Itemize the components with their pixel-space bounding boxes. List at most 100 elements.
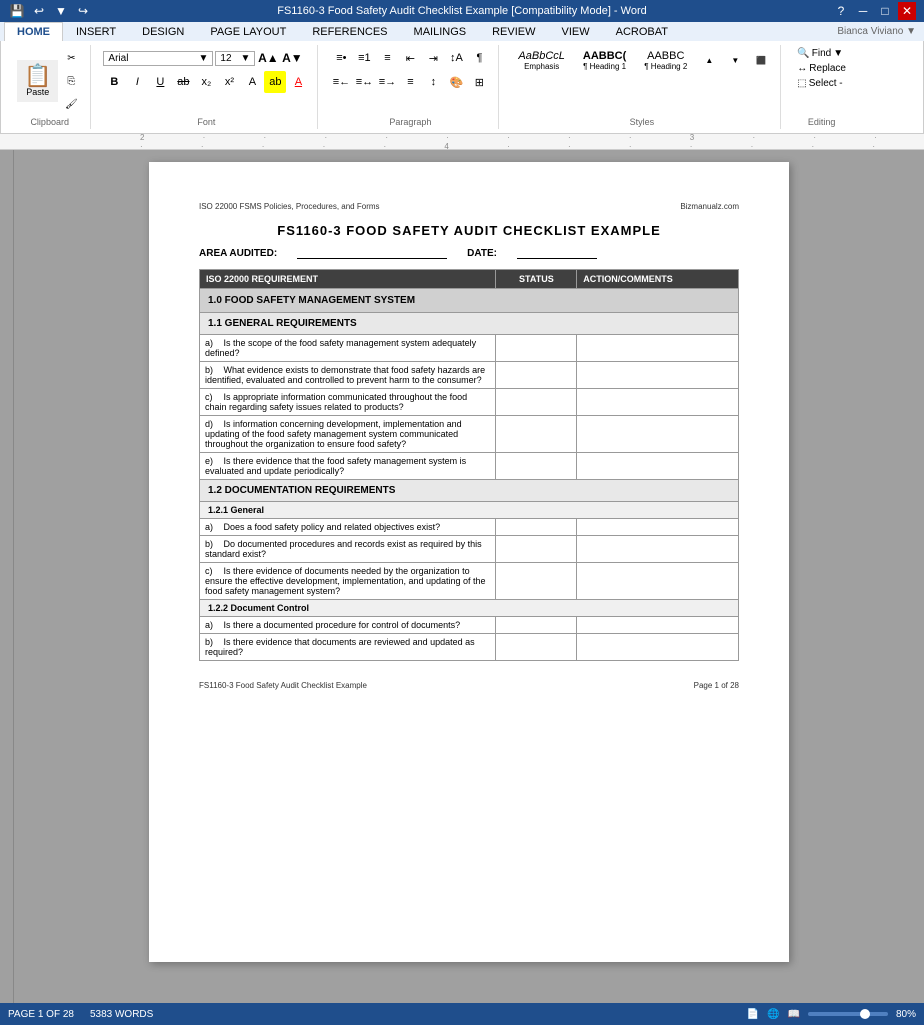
paste-label: Paste [26, 87, 49, 97]
replace-button[interactable]: ↔ Replace [793, 62, 850, 75]
line-spacing-button[interactable]: ↕ [422, 71, 444, 93]
tab-review[interactable]: REVIEW [479, 22, 548, 41]
help-button[interactable]: ? [832, 2, 850, 20]
ribbon: HOME INSERT DESIGN PAGE LAYOUT REFERENCE… [0, 22, 924, 134]
multilevel-list-button[interactable]: ≡ [376, 47, 398, 69]
tab-insert[interactable]: INSERT [63, 22, 129, 41]
strikethrough-button[interactable]: ab [172, 71, 194, 93]
area-audited-value[interactable] [297, 248, 447, 259]
maximize-button[interactable]: □ [876, 2, 894, 20]
superscript-button[interactable]: x² [218, 71, 240, 93]
date-value[interactable] [517, 248, 597, 259]
text-highlight-button[interactable]: ab [264, 71, 286, 93]
increase-indent-button[interactable]: ⇥ [422, 47, 444, 69]
font-name-selector[interactable]: Arial ▼ [103, 51, 213, 66]
decrease-font-button[interactable]: A▼ [281, 47, 303, 69]
styles-items: AaBbCcL Emphasis AABBC( ¶ Heading 1 AABB… [511, 47, 772, 74]
paste-icon: 📋 [24, 65, 51, 87]
style-emphasis[interactable]: AaBbCcL Emphasis [511, 47, 571, 74]
view-read-icon[interactable]: 📖 [788, 1009, 800, 1020]
find-button[interactable]: 🔍 Find ▼ [793, 47, 847, 60]
font-color-button[interactable]: A [287, 71, 309, 93]
align-right-button[interactable]: ≡→ [376, 71, 398, 93]
decrease-indent-button[interactable]: ⇤ [399, 47, 421, 69]
cut-button[interactable]: ✂ [60, 47, 82, 69]
clipboard-label: Clipboard [30, 115, 69, 127]
zoom-thumb[interactable] [860, 1009, 870, 1019]
shading-button[interactable]: 🎨 [445, 71, 467, 93]
find-label: Find [812, 48, 831, 59]
tab-page-layout[interactable]: PAGE LAYOUT [197, 22, 299, 41]
replace-label: Replace [809, 63, 846, 74]
find-dropdown-icon[interactable]: ▼ [833, 48, 843, 59]
tab-design[interactable]: DESIGN [129, 22, 197, 41]
tab-home[interactable]: HOME [4, 22, 63, 43]
paste-button[interactable]: 📋 Paste [17, 60, 58, 102]
select-label: Select - [809, 78, 843, 89]
sort-button[interactable]: ↕A [445, 47, 467, 69]
minimize-button[interactable]: ─ [854, 2, 872, 20]
undo-dropdown-button[interactable]: ▼ [52, 2, 70, 20]
table-row: e) Is there evidence that the food safet… [200, 453, 739, 480]
tab-acrobat[interactable]: ACROBAT [603, 22, 681, 41]
table-row: d) Is information concerning development… [200, 416, 739, 453]
select-button[interactable]: ⬚ Select - [793, 77, 846, 90]
undo-button[interactable]: ↩ [30, 2, 48, 20]
style-heading1[interactable]: AABBC( ¶ Heading 1 [576, 47, 633, 74]
header-requirement: ISO 22000 REQUIREMENT [200, 270, 496, 289]
style-heading2-preview: AABBC [644, 50, 687, 62]
bold-button[interactable]: B [103, 71, 125, 93]
borders-button[interactable]: ⊞ [468, 71, 490, 93]
view-print-icon[interactable]: 📄 [747, 1009, 759, 1020]
format-painter-button[interactable]: 🖌 [60, 93, 82, 115]
page-footer-left: FS1160-3 Food Safety Audit Checklist Exa… [199, 681, 367, 690]
tab-mailings[interactable]: MAILINGS [401, 22, 480, 41]
bullets-button[interactable]: ≡• [330, 47, 352, 69]
styles-expand[interactable]: ⬛ [750, 50, 772, 72]
font-label: Font [197, 115, 215, 127]
italic-button[interactable]: I [126, 71, 148, 93]
styles-scroll-up[interactable]: ▲ [698, 50, 720, 72]
editing-group: 🔍 Find ▼ ↔ Replace ⬚ Select - Editing [785, 45, 858, 129]
table-row: b) What evidence exists to demonstrate t… [200, 362, 739, 389]
table-row: a) Is the scope of the food safety manag… [200, 335, 739, 362]
subsection-header-row: 1.2 DOCUMENTATION REQUIREMENTS [200, 480, 739, 502]
redo-button[interactable]: ↪ [74, 2, 92, 20]
style-emphasis-label: Emphasis [518, 62, 564, 71]
numbering-button[interactable]: ≡1 [353, 47, 375, 69]
document-page: ISO 22000 FSMS Policies, Procedures, and… [149, 162, 789, 962]
subscript-button[interactable]: x₂ [195, 71, 217, 93]
show-formatting-button[interactable]: ¶ [468, 47, 490, 69]
font-row2: B I U ab x₂ x² A ab A [103, 71, 309, 93]
copy-button[interactable]: ⎘ [60, 70, 82, 92]
style-heading2[interactable]: AABBC ¶ Heading 2 [637, 47, 694, 74]
document-area[interactable]: ISO 22000 FSMS Policies, Procedures, and… [14, 150, 924, 1003]
clipboard-sub-buttons: ✂ ⎘ 🖌 [60, 47, 82, 115]
font-size-selector[interactable]: 12 ▼ [215, 51, 255, 66]
para-row1: ≡• ≡1 ≡ ⇤ ⇥ ↕A ¶ [330, 47, 490, 69]
font-name-dropdown-icon[interactable]: ▼ [199, 53, 209, 64]
paragraph-label: Paragraph [389, 115, 431, 127]
page-header: ISO 22000 FSMS Policies, Procedures, and… [199, 202, 739, 211]
align-center-button[interactable]: ≡↔ [353, 71, 375, 93]
align-left-button[interactable]: ≡← [330, 71, 352, 93]
clear-format-button[interactable]: A [241, 71, 263, 93]
save-button[interactable]: 💾 [8, 2, 26, 20]
increase-font-button[interactable]: A▲ [257, 47, 279, 69]
view-web-icon[interactable]: 🌐 [767, 1009, 779, 1020]
tab-references[interactable]: REFERENCES [299, 22, 400, 41]
font-row1: Arial ▼ 12 ▼ A▲ A▼ [103, 47, 303, 69]
zoom-slider[interactable] [808, 1012, 888, 1016]
styles-scroll-down[interactable]: ▼ [724, 50, 746, 72]
close-button[interactable]: ✕ [898, 2, 916, 20]
document-fields: AREA AUDITED: DATE: [199, 248, 739, 259]
font-size-dropdown-icon[interactable]: ▼ [241, 53, 251, 64]
word-count: 5383 WORDS [90, 1009, 153, 1020]
tab-view[interactable]: VIEW [549, 22, 603, 41]
section-header-row: 1.0 FOOD SAFETY MANAGEMENT SYSTEM [200, 289, 739, 313]
page-header-right: Bizmanualz.com [680, 202, 739, 211]
date-label: DATE: [467, 248, 497, 259]
font-name-value: Arial [108, 53, 128, 64]
justify-button[interactable]: ≡ [399, 71, 421, 93]
underline-button[interactable]: U [149, 71, 171, 93]
